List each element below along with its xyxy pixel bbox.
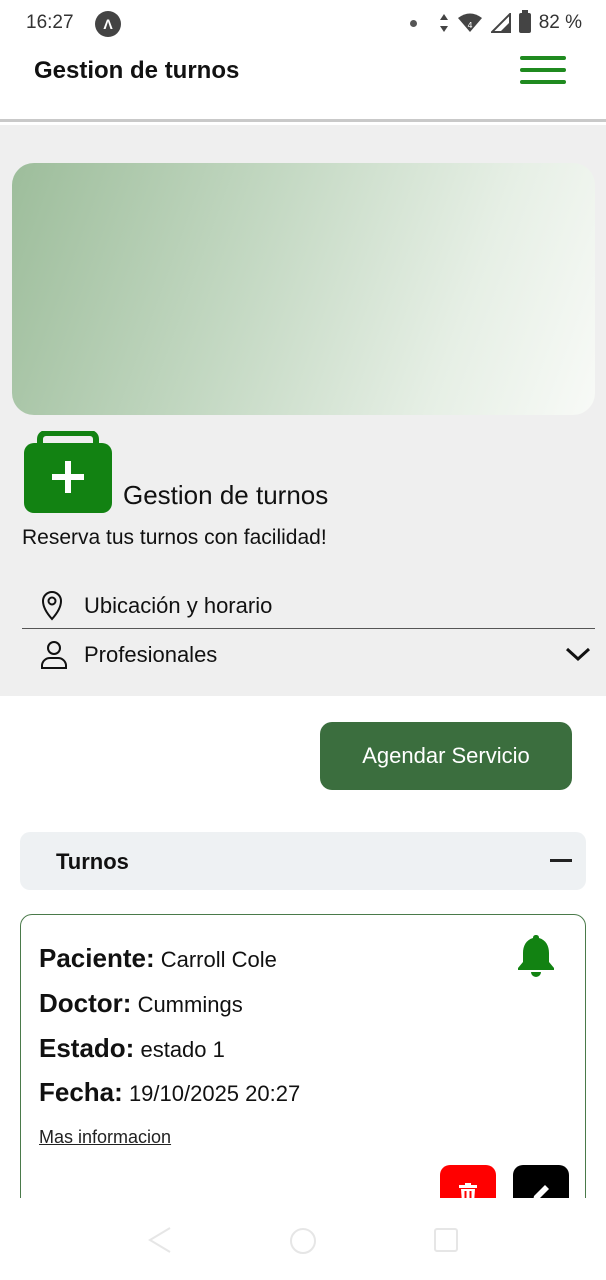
hamburger-menu-icon[interactable] (520, 56, 566, 84)
banner-image (12, 163, 595, 415)
professionals-label: Profesionales (84, 642, 218, 667)
data-arrows-icon (439, 14, 448, 32)
date-field: Fecha: 19/10/2025 20:27 (39, 1077, 300, 1108)
doctor-label: Doctor: (39, 988, 132, 1018)
recent-apps-icon[interactable] (434, 1228, 458, 1252)
status-field: Estado: estado 1 (39, 1033, 225, 1064)
doctor-field: Doctor: Cummings (39, 988, 243, 1019)
professionals-row[interactable]: Profesionales (22, 632, 595, 678)
person-icon (41, 641, 67, 669)
business-title: Gestion de turnos (123, 480, 329, 510)
wifi-icon: 4 (457, 13, 482, 32)
schedule-service-button[interactable]: Agendar Servicio (320, 722, 572, 790)
location-pin-icon (41, 590, 63, 620)
location-hours-label: Ubicación y horario (84, 592, 273, 618)
turnos-accordion-header[interactable]: Turnos (20, 832, 586, 890)
menu-bar-line (520, 80, 566, 84)
chevron-down-icon[interactable] (565, 644, 591, 664)
status-value: estado 1 (140, 1037, 225, 1062)
date-label: Fecha: (39, 1077, 123, 1107)
svg-text:4: 4 (467, 21, 472, 30)
medical-kit-icon (24, 431, 112, 513)
date-value: 19/10/2025 20:27 (128, 1081, 301, 1106)
app-bar: Gestion de turnos (0, 46, 606, 122)
menu-bar-line (520, 56, 566, 60)
bell-icon[interactable] (515, 933, 557, 977)
back-icon[interactable] (146, 1226, 172, 1254)
battery-icon (518, 10, 531, 33)
business-subtitle: Reserva tus turnos con facilidad! (22, 526, 327, 549)
status-bar: 16:27 Λ 4 82 % (0, 0, 606, 46)
more-info-link[interactable]: Mas informacion (39, 1127, 171, 1148)
location-hours-row[interactable]: Ubicación y horario (22, 583, 595, 629)
cell-signal-icon (490, 13, 511, 33)
app-notification-icon: Λ (95, 11, 121, 37)
status-time: 16:27 (26, 12, 74, 33)
system-nav-bar (0, 1198, 606, 1280)
collapse-icon[interactable] (550, 859, 572, 862)
business-section: Gestion de turnos Reserva tus turnos con… (0, 125, 606, 696)
patient-field: Paciente: Carroll Cole (39, 943, 277, 974)
notification-dot-icon (409, 19, 417, 27)
doctor-value: Cummings (137, 992, 243, 1017)
status-label: Estado: (39, 1033, 135, 1063)
turnos-title: Turnos (56, 849, 129, 874)
home-icon[interactable] (290, 1228, 316, 1254)
appointment-card: Paciente: Carroll Cole Doctor: Cummings … (20, 914, 586, 1221)
patient-label: Paciente: (39, 943, 155, 973)
battery-percent: 82 % (538, 12, 582, 33)
status-icons: 4 82 % (409, 10, 582, 34)
patient-value: Carroll Cole (160, 947, 277, 972)
page-title: Gestion de turnos (34, 57, 240, 84)
menu-bar-line (520, 68, 566, 72)
